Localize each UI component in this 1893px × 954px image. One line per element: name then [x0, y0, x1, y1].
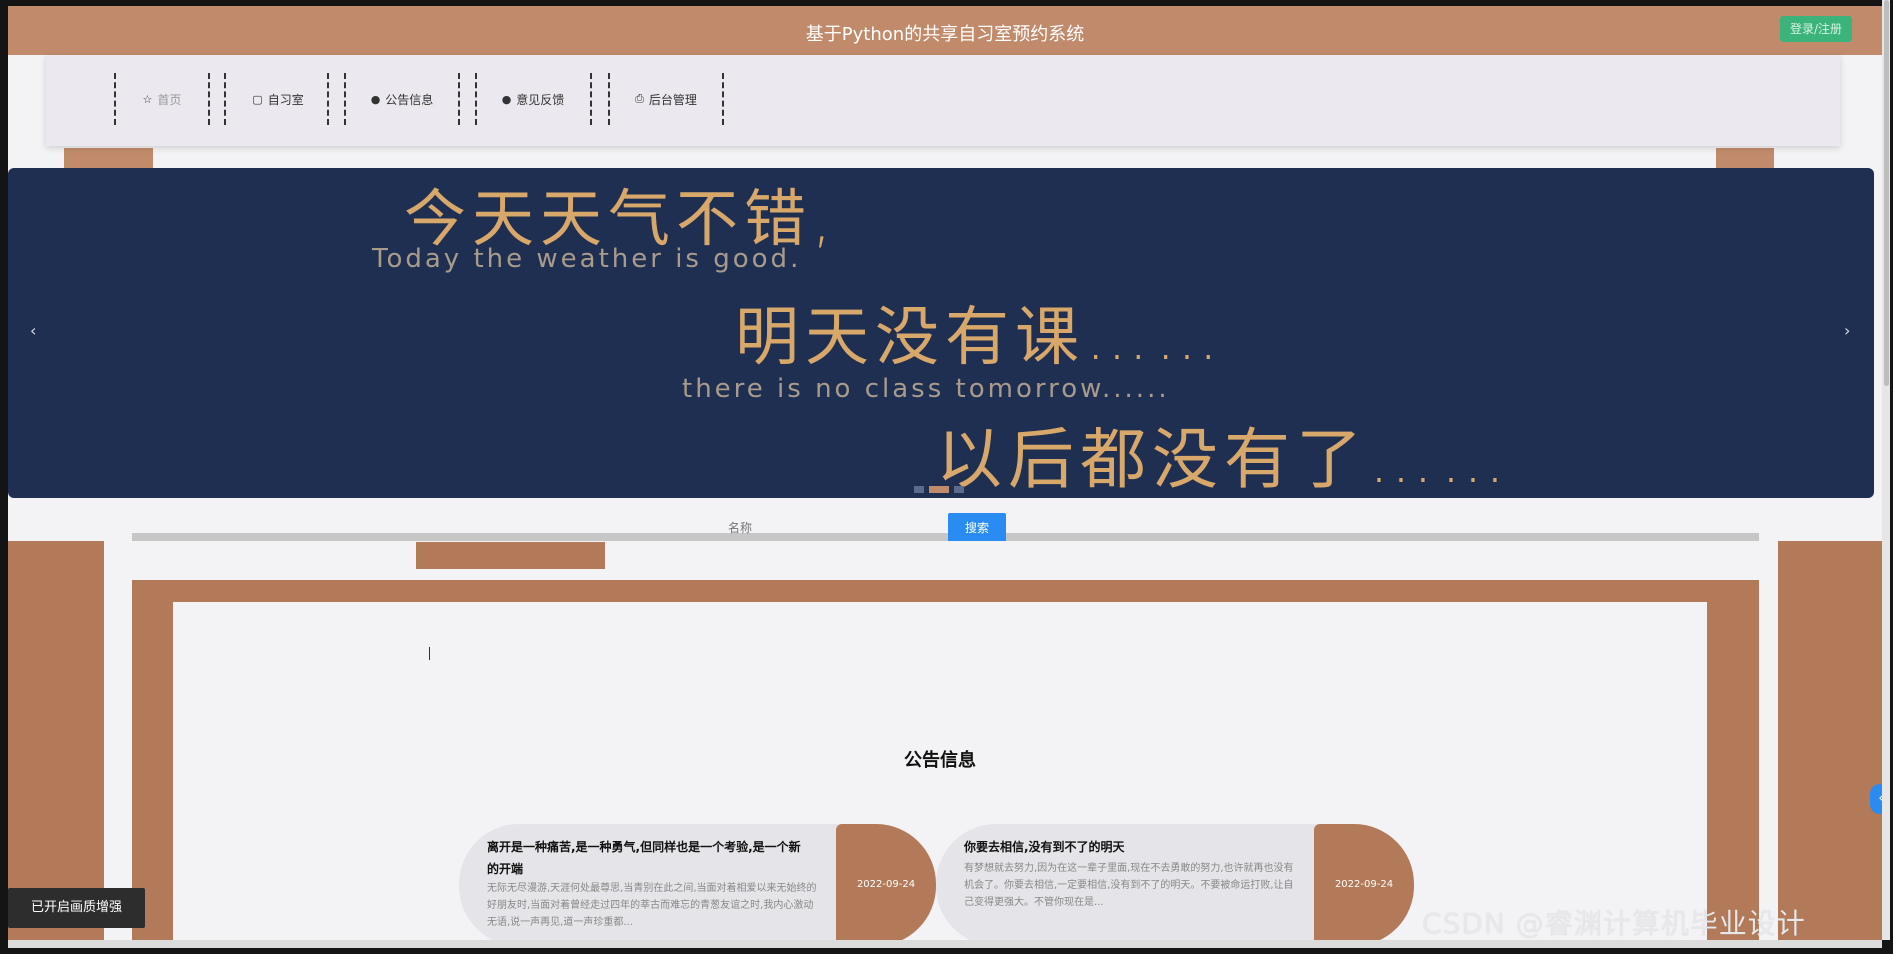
nav-divider	[722, 73, 724, 125]
chevron-left-icon[interactable]: ‹	[1870, 784, 1882, 814]
mouse-cursor	[429, 647, 437, 660]
chevron-right-icon[interactable]: ›	[1844, 321, 1850, 340]
main-nav: ☆ 首页 ▢ 自习室 ● 公告信息 ● 意见反馈 ⎙ 后台管理	[46, 55, 1840, 146]
banner-line-4: there is no class tomorrow......	[682, 374, 1170, 404]
nav-item-label: 自习室	[267, 92, 304, 107]
carousel-dot-active[interactable]	[929, 486, 949, 493]
horizontal-scrollbar[interactable]	[8, 940, 1882, 948]
notice-section: 公告信息 离开是一种痛苦,是一种勇气,但同样也是一个考验,是一个新的开端 无际无…	[173, 602, 1707, 946]
notice-excerpt: 有梦想就去努力,因为在这一辈子里面,现在不去勇敢的努力,也许就再也没有机会了。你…	[964, 863, 1294, 908]
banner-carousel: 今天天气不错, Today the weather is good. 明天没有课…	[8, 168, 1874, 498]
question-circle-icon: ●	[501, 92, 512, 106]
nav-item-label: 后台管理	[648, 92, 697, 107]
banner-line-5: 以后都没有了……	[936, 421, 1512, 498]
bag-icon: ▢	[252, 92, 263, 106]
site-title: 基于Python的共享自习室预约系统	[805, 24, 1085, 45]
chevron-left-icon[interactable]: ‹	[30, 321, 36, 340]
nav-item-label: 公告信息	[385, 92, 434, 107]
nav-divider	[458, 73, 460, 125]
notice-date: 2022-09-24	[836, 824, 936, 946]
notice-card[interactable]: 你要去相信,没有到不了的明天 有梦想就去努力,因为在这一辈子里面,现在不去勇敢的…	[936, 824, 1338, 946]
nav-item-admin[interactable]: ⎙ 后台管理	[610, 73, 722, 125]
print-icon: ⎙	[635, 92, 644, 105]
star-icon: ☆	[142, 92, 153, 106]
login-register-button[interactable]: 登录/注册	[1780, 16, 1852, 42]
notice-title: 离开是一种痛苦,是一种勇气,但同样也是一个考验,是一个新的开端	[487, 840, 801, 876]
nav-divider	[590, 73, 592, 125]
section-title: 公告信息	[904, 750, 976, 771]
nav-divider	[208, 73, 210, 125]
section-tab	[416, 542, 605, 569]
banner-line-2: Today the weather is good.	[372, 244, 802, 274]
info-circle-icon: ●	[370, 92, 381, 106]
notice-title: 你要去相信,没有到不了的明天	[964, 840, 1125, 854]
watermark: CSDN @睿渊计算机毕业设计	[1422, 907, 1806, 940]
side-panel-left	[8, 541, 104, 946]
banner-line-3: 明天没有课……	[735, 301, 1225, 375]
notice-date: 2022-09-24	[1314, 824, 1414, 946]
carousel-dot[interactable]	[914, 486, 924, 493]
carousel-dot[interactable]	[954, 486, 964, 493]
nav-item-study-room[interactable]: ▢ 自习室	[226, 73, 330, 125]
nav-item-home[interactable]: ☆ 首页	[116, 73, 208, 125]
notice-card[interactable]: 离开是一种痛苦,是一种勇气,但同样也是一个考验,是一个新的开端 无际无尽漫游,天…	[459, 824, 861, 946]
side-panel-right	[1778, 541, 1882, 946]
nav-item-label: 首页	[157, 92, 182, 107]
nav-divider	[327, 73, 329, 125]
search-input[interactable]	[720, 513, 948, 543]
quality-toast: 已开启画质增强	[8, 888, 145, 928]
search-button[interactable]: 搜索	[948, 513, 1006, 544]
notice-excerpt: 无际无尽漫游,天涯何处最尊思,当青别在此之间,当面对着相爱以来无始终的好朋友时,…	[487, 883, 817, 928]
nav-item-notices[interactable]: ● 公告信息	[346, 73, 458, 125]
nav-item-label: 意见反馈	[516, 92, 565, 107]
browser-viewport: 基于Python的共享自习室预约系统 登录/注册 ☆ 首页 ▢ 自习室 ● 公告…	[8, 6, 1882, 946]
site-header: 基于Python的共享自习室预约系统 登录/注册	[8, 6, 1882, 55]
scrollbar-thumb[interactable]	[1884, 0, 1889, 386]
nav-item-feedback[interactable]: ● 意见反馈	[477, 73, 589, 125]
